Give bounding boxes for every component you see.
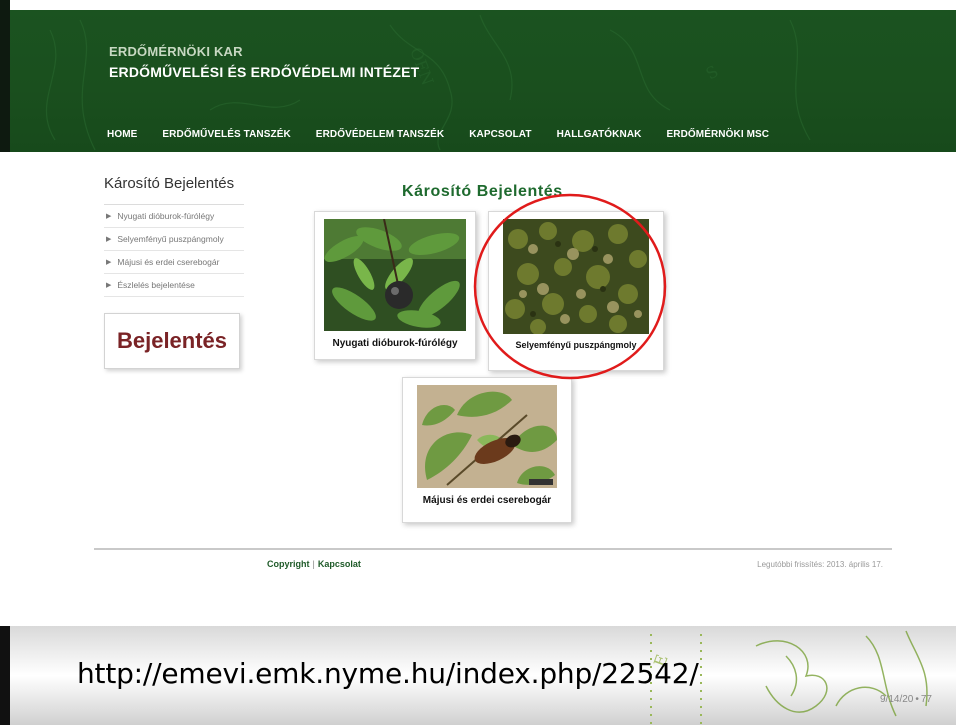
nav-item-home[interactable]: HOME <box>107 129 137 140</box>
faculty-name: ERDŐMÉRNÖKI KAR <box>109 44 243 59</box>
copyright-link[interactable]: Copyright <box>267 559 310 569</box>
slide-page-number: 77 <box>920 694 932 705</box>
pest-card-cockchafer[interactable]: Májusi és erdei cserebogár <box>402 377 572 523</box>
slide-left-edge-bottom <box>0 626 10 725</box>
svg-text:S: S <box>703 62 722 84</box>
cockchafer-photo <box>417 385 557 488</box>
nav-item-hallgatoknak[interactable]: HALLGATÓKNAK <box>557 129 642 140</box>
nav-item-erdovedelem-tanszek[interactable]: ERDŐVÉDELEM TANSZÉK <box>316 129 444 140</box>
dot-separator-icon: • <box>915 694 919 705</box>
sidebar-title: Károsító Bejelentés <box>104 175 235 192</box>
bullet-icon: ▶ <box>106 236 112 243</box>
sidebar-item-label: Májusi és erdei cserebogár <box>117 257 220 267</box>
sidebar-item-eszleles-bejelentese[interactable]: ▶ Észlelés bejelentése <box>104 274 244 297</box>
institute-name: ERDŐMŰVELÉSI ÉS ERDŐVÉDELMI INTÉZET <box>109 64 420 80</box>
sidebar-item-label: Selyemfényű puszpángmoly <box>117 234 224 244</box>
walnut-husk-fly-photo <box>324 219 466 331</box>
footer-divider <box>94 548 892 550</box>
sidebar: Károsító Bejelentés ▶ Nyugati dióburok-f… <box>104 175 244 369</box>
sidebar-item-majusi-cserebogar[interactable]: ▶ Májusi és erdei cserebogár <box>104 251 244 274</box>
bullet-icon: ▶ <box>106 282 112 289</box>
report-button[interactable]: Bejelentés <box>104 313 240 369</box>
contact-link[interactable]: Kapcsolat <box>318 559 361 569</box>
last-updated: Legutóbbi frissítés: 2013. április 17. <box>757 560 883 569</box>
card-label: Májusi és erdei cserebogár <box>422 495 552 506</box>
sidebar-item-nyugati-dioburok[interactable]: ▶ Nyugati dióburok-fúrólégy <box>104 205 244 228</box>
bullet-icon: ▶ <box>106 213 112 220</box>
slide-left-edge <box>0 0 10 152</box>
site-header: OEN S ERDŐMÉRNÖKI KAR ERDŐMŰVELÉSI ÉS ER… <box>10 10 956 152</box>
nav-item-kapcsolat[interactable]: KAPCSOLAT <box>469 129 531 140</box>
slide-footer-meta: 9/14/20 • 77 <box>880 694 932 705</box>
main-navigation: HOME ERDŐMŰVELÉS TANSZÉK ERDŐVÉDELEM TAN… <box>107 129 794 140</box>
pest-card-walnut-husk-fly[interactable]: Nyugati dióburok-fúrólégy <box>314 211 476 360</box>
sidebar-item-label: Nyugati dióburok-fúrólégy <box>117 211 215 221</box>
presentation-slide: OEN S ERDŐMÉRNÖKI KAR ERDŐMŰVELÉSI ÉS ER… <box>0 0 956 725</box>
footer-links: Copyright | Kapcsolat <box>267 559 361 569</box>
sidebar-item-selyemfenyu[interactable]: ▶ Selyemfényű puszpángmoly <box>104 228 244 251</box>
sidebar-item-label: Észlelés bejelentése <box>117 280 195 290</box>
report-button-label: Bejelentés <box>116 328 228 353</box>
nav-item-erdomuveles-tanszek[interactable]: ERDŐMŰVELÉS TANSZÉK <box>162 129 290 140</box>
card-label: Selyemfényű puszpángmoly <box>515 340 637 350</box>
nav-item-erdomernoki-msc[interactable]: ERDŐMÉRNÖKI MSC <box>666 129 769 140</box>
source-url: http://emevi.emk.nyme.hu/index.php/22542… <box>77 657 699 690</box>
bullet-icon: ▶ <box>106 259 112 266</box>
card-label: Nyugati dióburok-fúrólégy <box>332 338 458 349</box>
pest-card-box-tree-moth[interactable]: Selyemfényű puszpángmoly <box>488 211 664 371</box>
box-tree-moth-photo <box>503 219 649 334</box>
footer-separator: | <box>312 559 315 569</box>
slide-date: 9/14/20 <box>879 694 914 705</box>
page-title: Károsító Bejelentés <box>402 182 563 200</box>
